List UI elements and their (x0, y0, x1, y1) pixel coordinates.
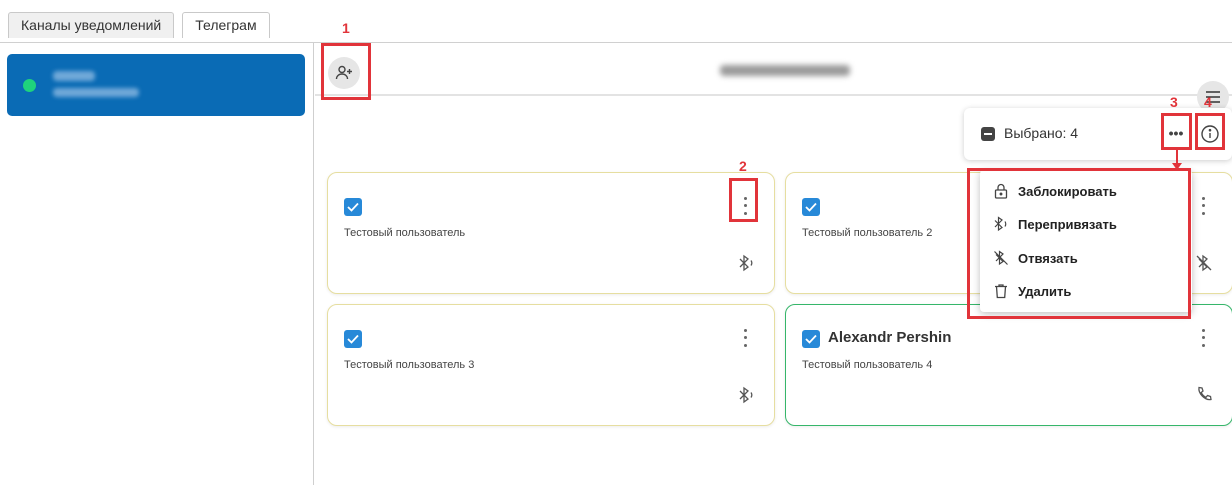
bluetooth-signal-icon (739, 386, 753, 404)
user-card[interactable]: Alexandr Pershin Тестовый пользователь 4 (785, 304, 1232, 426)
selected-count: Выбрано: 4 (1004, 125, 1079, 141)
tab-telegram[interactable]: Телеграм (182, 12, 270, 38)
user-checkbox[interactable] (344, 198, 362, 216)
check-icon (805, 202, 817, 212)
top-tabs: Каналы уведомлений Телеграм (8, 12, 270, 38)
app-page: Каналы уведомлений Телеграм Выбрано: 4 •… (0, 0, 1232, 485)
check-icon (347, 334, 359, 344)
annotation-box-4 (1195, 113, 1225, 150)
user-description: Тестовый пользователь 2 (802, 227, 933, 239)
bluetooth-signal-icon (739, 254, 753, 272)
sidebar (0, 43, 314, 485)
user-description: Тестовый пользователь 4 (802, 359, 933, 371)
check-icon (805, 334, 817, 344)
annotation-number-2: 2 (739, 158, 747, 174)
user-card[interactable]: Тестовый пользователь (327, 172, 775, 294)
bot-handle-blurred (53, 88, 139, 97)
user-description: Тестовый пользователь (344, 227, 466, 239)
annotation-box-2 (729, 178, 758, 222)
annotation-box-1 (321, 43, 371, 100)
check-icon (347, 202, 359, 212)
annotation-number-1: 1 (342, 20, 350, 36)
annotation-number-4: 4 (1204, 94, 1212, 110)
annotation-box-menu (967, 168, 1191, 319)
sidebar-item-bot[interactable] (7, 54, 305, 116)
main-header (315, 43, 1232, 96)
deselect-checkbox[interactable] (981, 127, 995, 141)
user-checkbox[interactable] (344, 330, 362, 348)
user-name: Alexandr Pershin (828, 329, 952, 346)
bot-title-blurred (720, 65, 850, 76)
bluetooth-off-icon (1196, 254, 1212, 272)
bot-name-blurred (53, 71, 95, 81)
user-card[interactable]: Тестовый пользователь 3 (327, 304, 775, 426)
tab-notification-channels[interactable]: Каналы уведомлений (8, 12, 175, 38)
user-checkbox[interactable] (802, 198, 820, 216)
user-menu-button[interactable] (738, 327, 752, 349)
annotation-number-3: 3 (1170, 94, 1178, 110)
user-menu-button[interactable] (1196, 195, 1210, 217)
user-description: Тестовый пользователь 3 (344, 359, 475, 371)
annotation-box-3 (1161, 113, 1192, 150)
online-status-dot (23, 79, 36, 92)
user-menu-button[interactable] (1196, 327, 1210, 349)
phone-icon (1198, 386, 1212, 401)
user-checkbox[interactable] (802, 330, 820, 348)
